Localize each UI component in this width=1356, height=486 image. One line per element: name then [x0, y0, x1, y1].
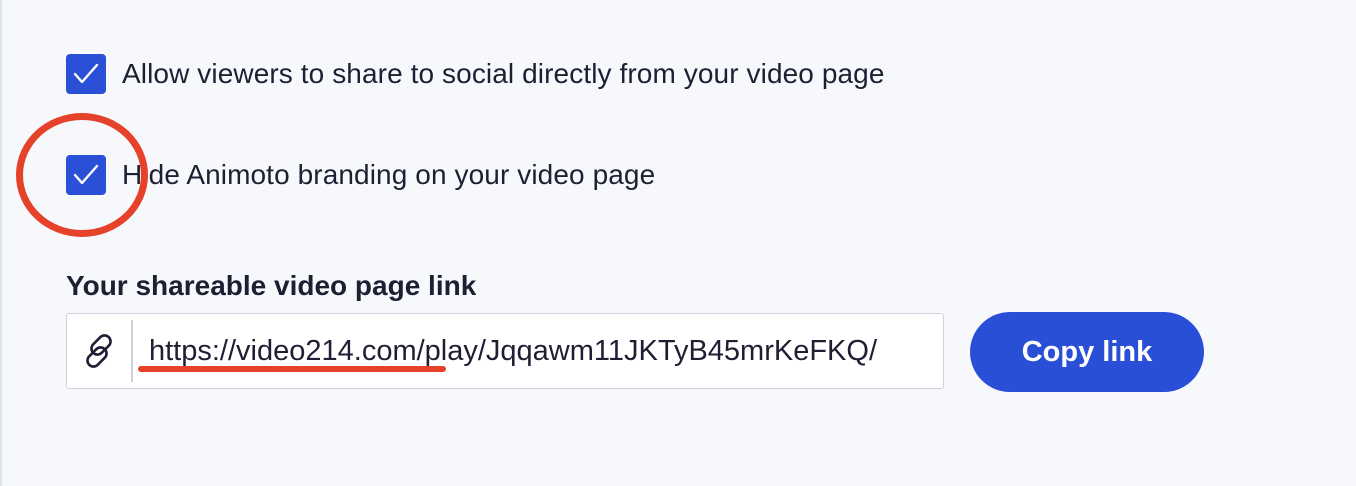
copy-link-button[interactable]: Copy link: [970, 312, 1204, 392]
hide-branding-label: Hide Animoto branding on your video page: [122, 159, 656, 190]
share-social-checkbox[interactable]: [66, 54, 106, 94]
share-link-title: Your shareable video page link: [66, 270, 477, 301]
hide-branding-checkbox[interactable]: [66, 155, 106, 195]
check-icon: [73, 63, 99, 84]
panel-left-border: [0, 0, 2, 486]
share-link-url[interactable]: https://video214.com/play/Jqqawm11JKTyB4…: [149, 335, 877, 368]
check-icon: [73, 164, 99, 185]
share-link-field[interactable]: https://video214.com/play/Jqqawm11JKTyB4…: [66, 313, 944, 389]
link-icon: [86, 334, 112, 368]
share-social-option[interactable]: Allow viewers to share to social directl…: [66, 54, 885, 94]
link-icon-container: [67, 320, 133, 382]
share-social-label: Allow viewers to share to social directl…: [122, 58, 885, 89]
hide-branding-option[interactable]: Hide Animoto branding on your video page: [66, 155, 655, 195]
